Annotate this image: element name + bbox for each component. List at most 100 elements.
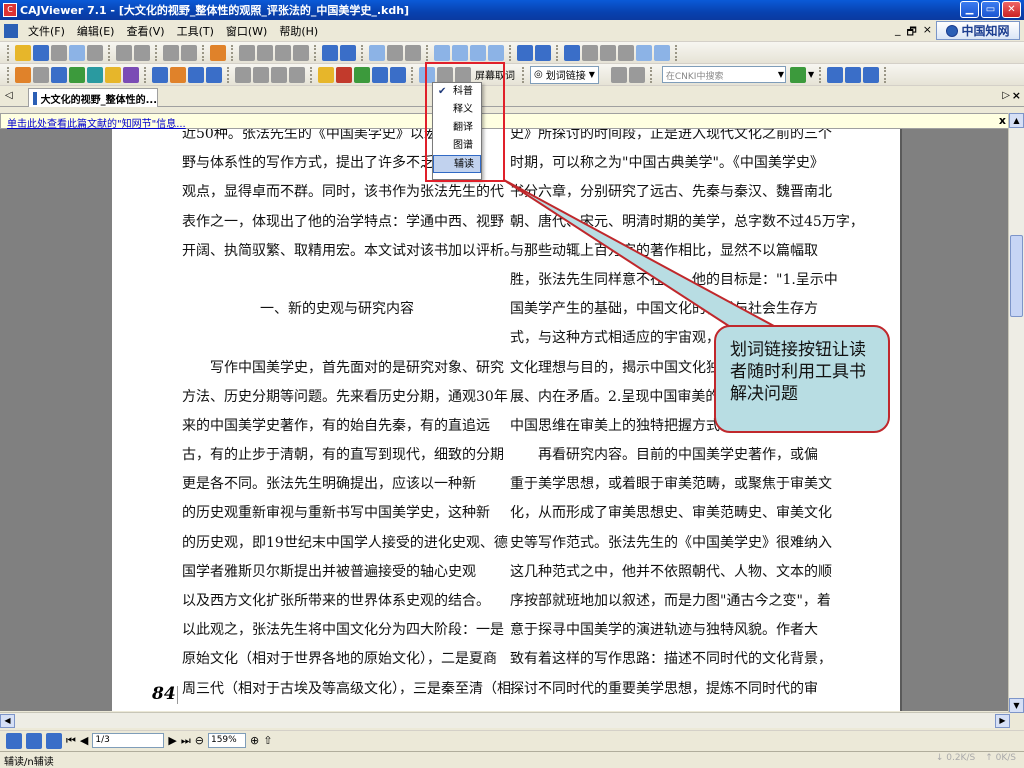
single-page-icon[interactable] xyxy=(434,44,450,61)
tab-close-icon[interactable]: × xyxy=(1012,89,1021,102)
prev-page-nav-icon[interactable]: ◀ xyxy=(80,734,88,747)
doc-minimize-button[interactable]: _ xyxy=(895,23,901,42)
menu-edit[interactable]: 编辑(E) xyxy=(71,23,121,39)
stamp-icon[interactable] xyxy=(235,66,251,83)
first-page-nav-icon[interactable]: ⏮ xyxy=(66,734,76,748)
scroll-down-icon[interactable]: ▼ xyxy=(1009,698,1024,713)
doc-close-button[interactable]: × xyxy=(923,23,932,42)
doc-restore-button[interactable]: 🗗 xyxy=(906,23,916,42)
layout-icon[interactable] xyxy=(535,44,551,61)
undo-icon[interactable] xyxy=(163,44,179,61)
info-bar-close-icon[interactable]: x xyxy=(999,114,1006,127)
toolbar-grip[interactable] xyxy=(649,66,653,83)
ocr-icon[interactable] xyxy=(87,66,103,83)
prev-page-icon[interactable] xyxy=(257,44,273,61)
document-menu-icon[interactable] xyxy=(4,23,18,38)
ellipse-icon[interactable] xyxy=(206,66,222,83)
forward-icon[interactable] xyxy=(340,44,356,61)
toolbar-grip[interactable] xyxy=(231,44,234,61)
thumbnail-view-icon[interactable] xyxy=(6,732,22,749)
hand-tool-icon[interactable] xyxy=(15,66,31,83)
text-highlight-icon[interactable] xyxy=(318,66,334,83)
chevron-down-icon[interactable]: ▼ xyxy=(808,70,814,79)
open-icon[interactable] xyxy=(15,44,31,61)
menu-help[interactable]: 帮助(H) xyxy=(273,23,324,39)
select-arrow-icon[interactable] xyxy=(33,66,49,83)
mail-icon[interactable] xyxy=(87,44,103,61)
facing-page-icon[interactable] xyxy=(470,44,486,61)
close-button[interactable]: ✕ xyxy=(1002,1,1021,18)
image-select-icon[interactable] xyxy=(69,66,85,83)
highlighter-icon[interactable] xyxy=(170,66,186,83)
text-select-icon[interactable] xyxy=(51,66,67,83)
save-icon[interactable] xyxy=(33,44,49,61)
zoom-out-nav-icon[interactable]: ⊖ xyxy=(195,734,204,747)
link-icon[interactable] xyxy=(253,66,269,83)
print-icon[interactable] xyxy=(51,44,67,61)
knowledge-node-link[interactable]: 单击此处查看此篇文献的"知网节"信息... xyxy=(7,115,186,130)
last-page-icon[interactable] xyxy=(293,44,309,61)
toolbar-grip[interactable] xyxy=(361,44,364,61)
search-go-icon[interactable] xyxy=(790,66,807,83)
cnki-icon[interactable] xyxy=(863,66,880,83)
word-link-button[interactable]: ◎ 划词链接 ▼ xyxy=(530,65,599,84)
text-strikeout-icon[interactable] xyxy=(336,66,352,83)
attachment-icon[interactable] xyxy=(271,66,287,83)
toolbar-grip[interactable] xyxy=(819,66,822,83)
copy-icon[interactable] xyxy=(116,44,132,61)
continuous-facing-icon[interactable] xyxy=(488,44,504,61)
toolbar-grip[interactable] xyxy=(7,66,10,83)
upload-icon[interactable]: ⇧ xyxy=(263,734,272,747)
find-prev-icon[interactable] xyxy=(387,44,403,61)
toolbar-grip[interactable] xyxy=(522,66,525,83)
anchor-icon[interactable] xyxy=(372,66,388,83)
page-number-field[interactable]: 1/3 xyxy=(92,733,165,748)
menu-view[interactable]: 查看(V) xyxy=(120,23,170,39)
play-icon[interactable] xyxy=(610,66,627,83)
fit-width-icon[interactable] xyxy=(618,44,634,61)
print-preview-icon[interactable] xyxy=(69,44,85,61)
horizontal-scrollbar[interactable]: ◀ ▶ xyxy=(0,712,1010,728)
bookmark-icon[interactable] xyxy=(123,66,139,83)
last-page-nav-icon[interactable]: ⏭ xyxy=(181,734,191,748)
zoom-in-nav-icon[interactable]: ⊕ xyxy=(250,734,259,747)
full-screen-icon[interactable] xyxy=(564,44,580,61)
menu-window[interactable]: 窗口(W) xyxy=(220,23,273,39)
rectangle-icon[interactable] xyxy=(188,66,204,83)
scroll-left-icon[interactable]: ◀ xyxy=(0,714,15,728)
help-icon[interactable] xyxy=(827,66,844,83)
text-underline-icon[interactable] xyxy=(354,66,370,83)
tab-scroll-left-icon[interactable]: ◁ xyxy=(5,90,13,101)
find-next-icon[interactable] xyxy=(405,44,421,61)
continuous-page-icon[interactable] xyxy=(452,44,468,61)
tab-scroll-right-icon[interactable]: ▷ xyxy=(1002,90,1010,101)
scroll-right-icon[interactable]: ▶ xyxy=(995,714,1010,728)
vertical-scroll-thumb[interactable] xyxy=(1010,235,1023,317)
find-icon[interactable] xyxy=(369,44,385,61)
pen-icon[interactable] xyxy=(152,66,168,83)
single-view-icon[interactable] xyxy=(26,732,42,749)
actual-size-icon[interactable] xyxy=(582,44,598,61)
zoom-out-icon[interactable] xyxy=(636,44,652,61)
menu-tools[interactable]: 工具(T) xyxy=(171,23,220,39)
note-icon[interactable] xyxy=(105,66,121,83)
toolbar-grip[interactable] xyxy=(884,66,887,83)
rotate-icon[interactable] xyxy=(517,44,533,61)
double-view-icon[interactable] xyxy=(46,732,62,749)
toolbar-grip[interactable] xyxy=(426,44,429,61)
stop-icon[interactable] xyxy=(628,66,645,83)
fit-page-icon[interactable] xyxy=(600,44,616,61)
zoom-in-icon[interactable] xyxy=(654,44,670,61)
update-icon[interactable] xyxy=(845,66,862,83)
toolbar-grip[interactable] xyxy=(675,44,678,61)
menu-file[interactable]: 文件(F) xyxy=(22,23,71,39)
paste-icon[interactable] xyxy=(134,44,150,61)
redo-icon[interactable] xyxy=(181,44,197,61)
scroll-up-icon[interactable]: ▲ xyxy=(1009,113,1024,128)
cnki-brand-button[interactable]: 中国知网 xyxy=(936,21,1020,40)
next-page-icon[interactable] xyxy=(275,44,291,61)
vertical-scrollbar[interactable]: ▲ ▼ xyxy=(1008,113,1024,713)
back-icon[interactable] xyxy=(322,44,338,61)
first-page-icon[interactable] xyxy=(239,44,255,61)
properties-icon[interactable] xyxy=(210,44,226,61)
